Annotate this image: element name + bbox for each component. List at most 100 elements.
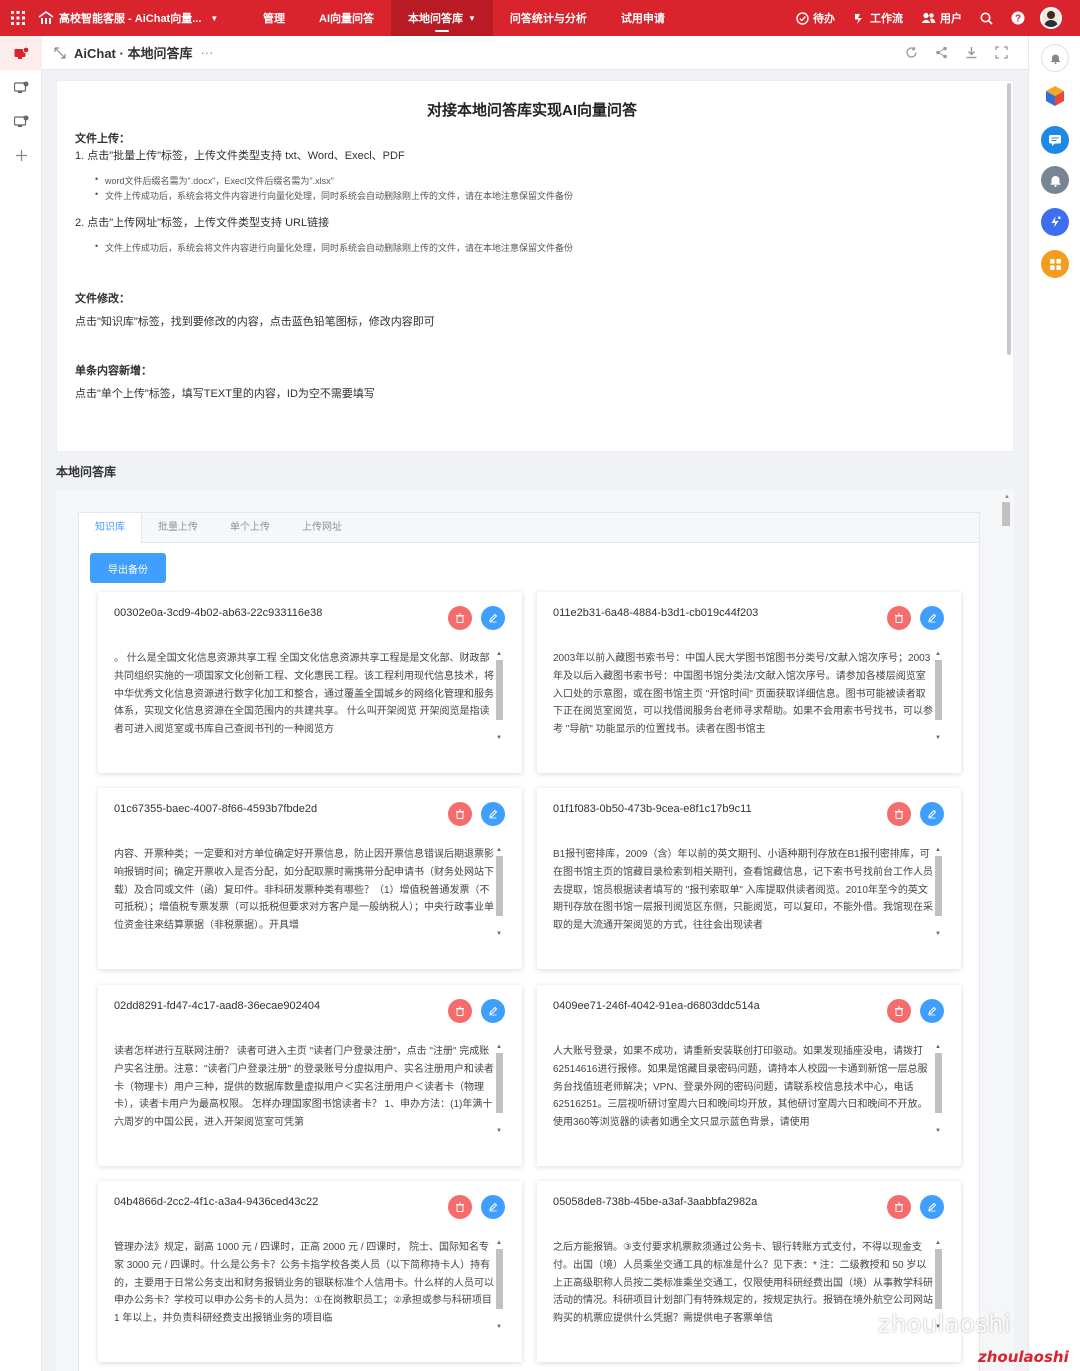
upload-item-1-bullet-1: word文件后缀名需为".docx"，Execl文件后缀名需为".xlsx" — [95, 174, 334, 187]
chevron-down-icon: ▼ — [468, 13, 476, 23]
delete-button[interactable] — [448, 606, 472, 630]
qa-card-content[interactable]: 。 什么是全国文化信息资源共享工程 全国文化信息资源共享工程是是文化部、财政部共… — [114, 650, 494, 742]
scroll-thumb[interactable] — [496, 1053, 503, 1113]
content-scrollbar[interactable]: ▲ ▼ — [934, 650, 943, 742]
delete-button[interactable] — [448, 999, 472, 1023]
scroll-thumb[interactable] — [496, 856, 503, 916]
scroll-thumb[interactable] — [935, 660, 942, 720]
search-button[interactable] — [971, 12, 1002, 25]
delete-button[interactable] — [887, 606, 911, 630]
message-app-button[interactable] — [1041, 126, 1069, 154]
scroll-down-arrow-icon[interactable]: ▼ — [935, 931, 941, 937]
scroll-thumb[interactable] — [935, 1053, 942, 1113]
delete-button[interactable] — [887, 999, 911, 1023]
scroll-up-arrow-icon[interactable]: ▲ — [496, 847, 502, 853]
tab-url-upload[interactable]: 上传网址 — [286, 513, 358, 543]
doc-scrollbar[interactable] — [1007, 83, 1011, 355]
refresh-icon[interactable] — [905, 46, 918, 59]
content-scrollbar[interactable]: ▲ ▼ — [495, 650, 504, 742]
nav-item-manage[interactable]: 管理 — [246, 0, 302, 36]
qa-card-content[interactable]: 2003年以前入藏图书索书号：中国人民大学图书馆图书分类号/文献入馆次序号；20… — [553, 650, 933, 742]
cube-app-button[interactable] — [1041, 82, 1069, 110]
workflow-button[interactable]: 工作流 — [844, 10, 912, 26]
school-logo-icon — [38, 11, 54, 24]
qa-card: 01f1f083-0b50-473b-9cea-e8f1c17b9c11 B1报刊… — [537, 788, 961, 969]
tab-batch-upload[interactable]: 批量上传 — [142, 513, 214, 543]
notification-button[interactable] — [1041, 44, 1069, 72]
scroll-up-arrow-icon[interactable]: ▲ — [935, 847, 941, 853]
scroll-thumb[interactable] — [935, 856, 942, 916]
edit-button[interactable] — [920, 606, 944, 630]
qa-card-content[interactable]: 读者怎样进行互联网注册？ 读者可进入主页 "读者门户登录注册"，点击 "注册" … — [114, 1043, 494, 1135]
scroll-up-arrow-icon[interactable]: ▲ — [935, 1044, 941, 1050]
delete-button[interactable] — [448, 802, 472, 826]
sidebar-item-2[interactable] — [0, 70, 42, 104]
content-scrollbar[interactable]: ▲ ▼ — [934, 846, 943, 938]
edit-button[interactable] — [481, 1195, 505, 1219]
scroll-up-arrow-icon[interactable]: ▲ — [935, 651, 941, 657]
avatar[interactable] — [1040, 7, 1062, 29]
download-icon[interactable] — [965, 46, 978, 59]
add-sidebar-item[interactable] — [0, 138, 42, 172]
scroll-down-arrow-icon[interactable]: ▼ — [935, 1128, 941, 1134]
edit-button[interactable] — [920, 1195, 944, 1219]
pencil-icon — [489, 1006, 498, 1016]
tab-knowledge-base[interactable]: 知识库 — [79, 513, 142, 543]
qa-card-content[interactable]: 内容、开票种类；一定要和对方单位确定好开票信息，防止因开票信息错误后期退票影响报… — [114, 846, 494, 938]
message-icon — [1049, 134, 1061, 146]
qa-card-content[interactable]: 人大账号登录，如果不成功，请重新安装联创打印驱动。如果发现插座没电，请拨打625… — [553, 1043, 933, 1135]
scroll-up-arrow-icon[interactable]: ▲ — [496, 1044, 502, 1050]
qa-card-content[interactable]: B1报刊密排库，2009（含）年以前的英文期刊、小语种期刊存放在B1报刊密排库，… — [553, 846, 933, 938]
upload-item-1-bullet-2: 文件上传成功后，系统会将文件内容进行向量化处理，同时系统会自动删除刚上传的文件，… — [95, 189, 573, 202]
content-scrollbar[interactable]: ▲ ▼ — [495, 1239, 504, 1331]
edit-button[interactable] — [920, 802, 944, 826]
todo-button[interactable]: 待办 — [787, 10, 844, 26]
scroll-thumb[interactable] — [935, 1249, 942, 1309]
sidebar-item-3[interactable] — [0, 104, 42, 138]
apps-grid-button[interactable] — [1041, 250, 1069, 278]
ai-app-button[interactable] — [1041, 208, 1069, 236]
help-button[interactable]: ? — [1002, 11, 1034, 25]
scroll-down-arrow-icon[interactable]: ▼ — [496, 1324, 502, 1330]
content-scrollbar[interactable]: ▲ ▼ — [495, 1043, 504, 1135]
qa-card-id: 01c67355-baec-4007-8f66-4593b7fbde2d — [114, 803, 318, 815]
qa-card-content[interactable]: 之后方能报销。③支付要求机票款须通过公务卡、银行转账方式支付，不得以现金支付。出… — [553, 1239, 933, 1331]
user-button[interactable]: 用户 — [912, 10, 971, 26]
nav-item-ai-qa[interactable]: AI向量问答 — [302, 0, 391, 36]
scroll-down-arrow-icon[interactable]: ▼ — [935, 735, 941, 741]
panel-scrollbar[interactable] — [1002, 502, 1010, 526]
content-scrollbar[interactable]: ▲ ▼ — [495, 846, 504, 938]
edit-button[interactable] — [481, 802, 505, 826]
edit-button[interactable] — [481, 999, 505, 1023]
upload-item-2: 2. 点击"上传网址"标签，上传文件类型支持 URL链接 — [75, 217, 330, 229]
nav-item-stats[interactable]: 问答统计与分析 — [493, 0, 604, 36]
scroll-thumb[interactable] — [496, 660, 503, 720]
delete-button[interactable] — [448, 1195, 472, 1219]
sidebar-item-qa[interactable] — [0, 36, 42, 70]
nav-item-trial[interactable]: 试用申请 — [604, 0, 682, 36]
scroll-down-arrow-icon[interactable]: ▼ — [496, 931, 502, 937]
content-scrollbar[interactable]: ▲ ▼ — [934, 1043, 943, 1135]
nav-item-local-qa[interactable]: 本地问答库 ▼ — [391, 0, 493, 36]
collapse-icon[interactable] — [54, 46, 66, 59]
scroll-down-arrow-icon[interactable]: ▼ — [496, 1128, 502, 1134]
scroll-up-arrow-icon[interactable]: ▲ — [496, 651, 502, 657]
export-backup-button[interactable]: 导出备份 — [90, 553, 166, 583]
share-icon[interactable] — [935, 46, 948, 59]
qa-card-content[interactable]: 管理办法》规定，副高 1000 元 / 四课时，正高 2000 元 / 四课时，… — [114, 1239, 494, 1331]
alerts-app-button[interactable] — [1041, 166, 1069, 194]
scroll-thumb[interactable] — [496, 1249, 503, 1309]
delete-button[interactable] — [887, 802, 911, 826]
delete-button[interactable] — [887, 1195, 911, 1219]
tab-single-upload[interactable]: 单个上传 — [214, 513, 286, 543]
app-grid-icon[interactable] — [0, 0, 36, 36]
fullscreen-icon[interactable] — [995, 46, 1008, 59]
more-button[interactable]: ··· — [200, 45, 213, 60]
scroll-up-arrow-icon[interactable]: ▲ — [496, 1240, 502, 1246]
app-title-dropdown[interactable]: 高校智能客服 - AiChat向量... ▼ — [36, 10, 246, 26]
scroll-down-arrow-icon[interactable]: ▼ — [496, 735, 502, 741]
edit-button[interactable] — [920, 999, 944, 1023]
edit-button[interactable] — [481, 606, 505, 630]
scroll-up-arrow-icon[interactable]: ▲ — [935, 1240, 941, 1246]
scroll-up-arrow-icon[interactable]: ▲ — [1004, 494, 1010, 500]
